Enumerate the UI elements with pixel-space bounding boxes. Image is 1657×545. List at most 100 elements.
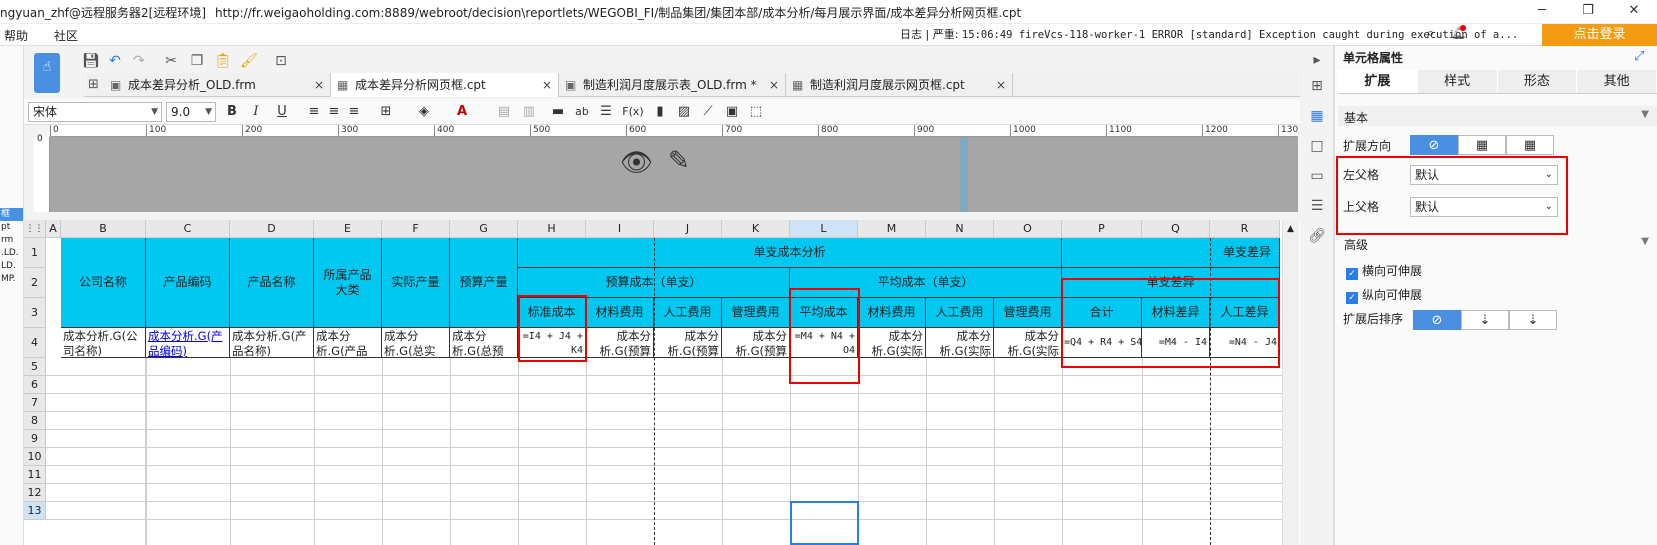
left-strip-item[interactable]: rm xyxy=(0,234,23,247)
col-header[interactable]: L xyxy=(790,220,858,238)
section-basic[interactable]: 基本 ▼ xyxy=(1338,106,1657,126)
no-expand-icon[interactable]: ⊘ xyxy=(1410,135,1458,155)
insert-row-icon[interactable]: ▬ xyxy=(548,102,568,122)
row-header[interactable]: 9 xyxy=(24,430,46,448)
restore-button[interactable]: ❐ xyxy=(1565,0,1611,23)
fill-color-icon[interactable]: ◈ xyxy=(414,102,434,122)
row-header[interactable]: 6 xyxy=(24,376,46,394)
cell-mgmt-cost-actual[interactable]: 管理费用 xyxy=(994,298,1062,328)
cell-r4[interactable]: =N4 - J4 xyxy=(1210,328,1280,358)
cell-labor-cost-actual[interactable]: 人工费用 xyxy=(926,298,994,328)
undo-icon[interactable]: ↶ xyxy=(104,49,126,73)
log-label[interactable]: 日志 xyxy=(900,28,922,41)
row-header[interactable]: 7 xyxy=(24,394,46,412)
cell-q4[interactable]: =M4 - I4 xyxy=(1142,328,1210,358)
row-header[interactable]: 10 xyxy=(24,448,46,466)
format-painter-icon[interactable]: 🖌︎ xyxy=(238,49,260,73)
cell-product-name[interactable]: 产品名称 xyxy=(230,238,314,328)
col-header[interactable]: A xyxy=(46,220,61,238)
cell-e4[interactable]: 成本分析.G(产品大类) xyxy=(314,328,382,358)
close-tab-icon[interactable]: × xyxy=(996,73,1006,97)
tab-style[interactable]: 样式 xyxy=(1417,70,1498,93)
col-header[interactable]: Q xyxy=(1142,220,1210,238)
cell-g4[interactable]: 成本分析.G(总预算产量) xyxy=(450,328,518,358)
font-size-select[interactable]: 9.0 ▼ xyxy=(166,102,216,122)
scroll-up-icon[interactable]: ▲ xyxy=(1287,224,1294,234)
minimize-button[interactable]: ─ xyxy=(1519,0,1565,23)
cell-f4[interactable]: 成本分析.G(总实际产量) xyxy=(382,328,450,358)
page-splitter[interactable] xyxy=(960,137,968,212)
menu-community[interactable]: 社区 xyxy=(54,27,78,44)
align-center-icon[interactable]: ≡ xyxy=(324,102,344,122)
left-strip-item[interactable]: 框 xyxy=(0,208,23,221)
font-select[interactable]: 宋体 ▼ xyxy=(28,102,162,122)
cell-mat-cost-actual[interactable]: 材料费用 xyxy=(858,298,926,328)
align-left-icon[interactable]: ≡ xyxy=(304,102,324,122)
log-bar[interactable]: 日志 | 严重: 15:06:49 fireVcs-118-worker-1 E… xyxy=(900,24,1530,46)
left-strip-item[interactable]: MP. xyxy=(0,273,23,286)
cell-total[interactable]: 合计 xyxy=(1062,298,1142,328)
col-header[interactable]: M xyxy=(858,220,926,238)
section-advanced[interactable]: 高级 ▼ xyxy=(1338,233,1657,253)
bold-button[interactable]: B xyxy=(222,102,242,122)
grid-corner[interactable]: ⋮⋮ xyxy=(24,220,46,238)
cut-icon[interactable]: ✂ xyxy=(160,49,182,73)
tab-form[interactable]: 形态 xyxy=(1497,70,1578,93)
subreport-icon[interactable]: ▣ xyxy=(722,102,742,122)
cell-i4[interactable]: 成本分析.G(预算单支材 xyxy=(586,328,654,358)
close-tab-icon[interactable]: × xyxy=(542,73,552,97)
close-tab-icon[interactable]: × xyxy=(769,73,779,97)
cell-n4[interactable]: 成本分析.G(实际单支人 xyxy=(926,328,994,358)
v-expand-checkbox[interactable]: ✓ 纵向可伸展 xyxy=(1346,286,1422,304)
redo-icon[interactable]: ↷ xyxy=(128,49,150,73)
cell-d4[interactable]: 成本分析.G(产品名称) xyxy=(230,328,314,358)
left-strip-item[interactable]: pt xyxy=(0,221,23,234)
cell-actual-output[interactable]: 实际产量 xyxy=(382,238,450,328)
col-header[interactable]: B xyxy=(61,220,146,238)
formula-button[interactable]: F(x) xyxy=(620,102,646,122)
cell-unit-cost-analysis[interactable]: 单支成本分析 xyxy=(518,238,1062,268)
login-button[interactable]: 点击登录 xyxy=(1542,24,1657,46)
row-header[interactable]: 1 xyxy=(24,238,46,268)
cell-element-icon[interactable]: ⊞ xyxy=(1307,76,1327,96)
col-header[interactable]: N xyxy=(926,220,994,238)
cell-std-cost[interactable]: 标准成本 xyxy=(518,298,586,328)
no-sort-icon[interactable]: ⊘ xyxy=(1413,310,1461,330)
font-color-icon[interactable]: A xyxy=(452,102,472,122)
vertical-scrollbar[interactable]: ▲ xyxy=(1282,220,1299,545)
row-header[interactable]: 11 xyxy=(24,466,46,484)
h-expand-checkbox[interactable]: ✓ 横向可伸展 xyxy=(1346,262,1422,280)
cell-labor-cost-budget[interactable]: 人工费用 xyxy=(654,298,722,328)
close-window-button[interactable]: ✕ xyxy=(1611,0,1657,23)
underline-button[interactable]: U xyxy=(272,102,292,122)
top-parent-select[interactable]: 默认 ⌄ xyxy=(1410,197,1558,217)
col-header[interactable]: D xyxy=(230,220,314,238)
col-header[interactable]: F xyxy=(382,220,450,238)
cell-mgmt-cost-budget[interactable]: 管理费用 xyxy=(722,298,790,328)
hyperlink-icon[interactable]: 🔗︎ xyxy=(1307,226,1327,246)
cell-m4[interactable]: 成本分析.G(实际单支材 xyxy=(858,328,926,358)
save-icon[interactable]: 💾︎ xyxy=(80,49,102,73)
tab-cost-diff-web[interactable]: ▦ 成本差异分析网页框.cpt × xyxy=(331,73,559,97)
cell-k4[interactable]: 成本分析.G(预算单支管 xyxy=(722,328,790,358)
cell-h4[interactable]: =I4 + J4 + K4 xyxy=(518,328,586,358)
tab-profit-old[interactable]: ▣ 制造利润月度展示表_OLD.frm * × xyxy=(559,73,786,97)
unmerge-icon[interactable]: ▥ xyxy=(519,102,539,122)
cell-unit-diff[interactable]: 单支差异 xyxy=(1062,268,1280,298)
row-header[interactable]: 8 xyxy=(24,412,46,430)
search-icon[interactable]: ⌕ xyxy=(1427,26,1434,41)
col-header[interactable]: C xyxy=(146,220,230,238)
preview-icon[interactable]: ⊡ xyxy=(270,49,292,73)
sort-asc-icon[interactable]: ⇣ xyxy=(1461,310,1509,330)
cell-c4[interactable]: 成本分析.G(产品编码) xyxy=(146,328,230,358)
left-parent-select[interactable]: 默认 ⌄ xyxy=(1410,165,1558,185)
tab-profit-web[interactable]: ▦ 制造利润月度展示网页框.cpt × xyxy=(786,73,1013,97)
horizontal-expand-icon[interactable]: ▦ xyxy=(1506,135,1554,155)
copy-icon[interactable]: ❐ xyxy=(186,49,208,73)
cell-mat-cost-budget[interactable]: 材料费用 xyxy=(586,298,654,328)
pin-icon[interactable]: ⤢ xyxy=(1634,49,1644,64)
sort-desc-icon[interactable]: ⇣ xyxy=(1509,310,1557,330)
left-strip-item[interactable]: .LD. xyxy=(0,247,23,260)
designer-icon[interactable]: ☝ xyxy=(34,53,60,93)
data-column-icon[interactable]: ☰ xyxy=(1307,196,1327,216)
